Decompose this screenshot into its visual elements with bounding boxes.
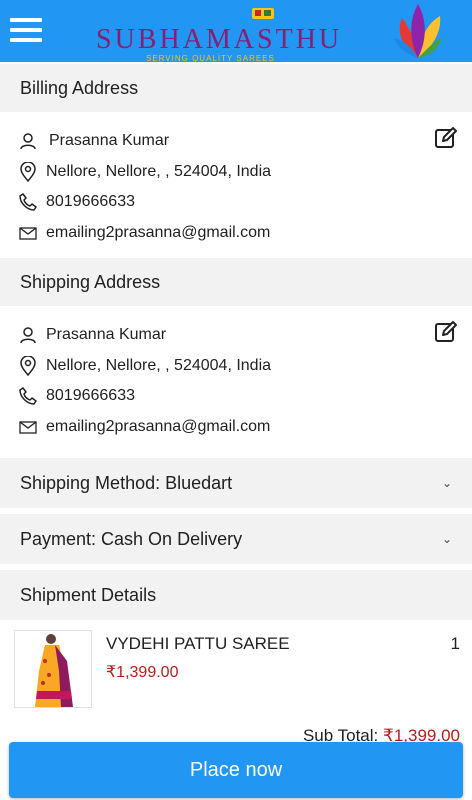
shipment-details-title: Shipment Details: [20, 584, 157, 605]
billing-phone-row: 8019666633: [18, 187, 472, 218]
billing-name-row: Prasanna Kumar: [18, 126, 472, 157]
product-price: ₹1,399.00: [106, 664, 179, 681]
flower-icon: [394, 4, 442, 58]
product-quantity: 1: [450, 634, 460, 653]
location-pin-icon: [20, 355, 36, 376]
shipping-address-row: Nellore, Nellore, , 524004, India: [18, 351, 472, 382]
place-now-button[interactable]: Place now: [9, 742, 463, 798]
product-info: VYDEHI PATTU SAREE ₹1,399.00: [106, 630, 290, 726]
shipping-phone: 8019666633: [46, 387, 135, 405]
billing-email-row: emailing2prasanna@gmail.com: [18, 218, 472, 249]
brand-logo: SUBHAMASTHU SERVING QUALITY SAREES: [96, 4, 446, 63]
billing-address-card: Prasanna Kumar Nellore, Nellore, , 52400…: [0, 112, 472, 258]
billing-address-header: Billing Address: [0, 64, 472, 112]
mail-icon: [19, 421, 37, 434]
billing-address-title: Billing Address: [20, 77, 139, 98]
payment-label: Payment: Cash On Delivery: [20, 528, 243, 549]
shipping-name-row: Prasanna Kumar: [18, 320, 472, 351]
shipping-edit-icon[interactable]: [434, 320, 458, 344]
product-name[interactable]: VYDEHI PATTU SAREE: [106, 634, 290, 654]
billing-phone: 8019666633: [46, 193, 135, 211]
cart-item: VYDEHI PATTU SAREE ₹1,399.00 1: [0, 620, 472, 726]
shipping-address-title: Shipping Address: [20, 271, 161, 292]
shipping-method-label: Shipping Method: Bluedart: [20, 472, 233, 493]
shipping-email-row: emailing2prasanna@gmail.com: [18, 412, 472, 443]
phone-icon: [19, 387, 37, 405]
product-thumbnail[interactable]: [14, 630, 92, 708]
person-icon: [20, 133, 36, 150]
chevron-down-icon: ⌄: [441, 476, 452, 490]
app-bar: SUBHAMASTHU SERVING QUALITY SAREES: [0, 0, 472, 63]
mail-icon: [19, 227, 37, 240]
billing-address-row: Nellore, Nellore, , 524004, India: [18, 157, 472, 188]
shipping-name: Prasanna Kumar: [46, 326, 167, 344]
billing-name: Prasanna Kumar: [49, 132, 170, 150]
shipping-phone-row: 8019666633: [18, 381, 472, 412]
place-now-label: Place now: [189, 758, 283, 781]
payment-toggle[interactable]: Payment: Cash On Delivery ⌄: [0, 514, 472, 564]
shipping-method-toggle[interactable]: Shipping Method: Bluedart ⌄: [0, 458, 472, 508]
person-icon: [20, 327, 36, 344]
billing-address-line: Nellore, Nellore, , 524004, India: [46, 162, 272, 180]
menu-icon[interactable]: [10, 18, 42, 44]
shipping-address-card: Prasanna Kumar Nellore, Nellore, , 52400…: [0, 306, 472, 452]
phone-icon: [19, 193, 37, 211]
billing-edit-icon[interactable]: [434, 126, 458, 150]
brand-name: SUBHAMASTHU: [96, 24, 343, 55]
shipping-address-header: Shipping Address: [0, 258, 472, 306]
shipping-email: emailing2prasanna@gmail.com: [46, 417, 271, 435]
crown-icon: [252, 8, 274, 19]
shipment-details-header: Shipment Details: [0, 570, 472, 620]
saree-image: [15, 631, 91, 707]
billing-email: emailing2prasanna@gmail.com: [46, 223, 271, 241]
location-pin-icon: [20, 161, 36, 182]
chevron-down-icon: ⌄: [441, 532, 452, 546]
brand-tagline: SERVING QUALITY SAREES: [146, 54, 275, 63]
shipping-address-line: Nellore, Nellore, , 524004, India: [46, 356, 272, 374]
